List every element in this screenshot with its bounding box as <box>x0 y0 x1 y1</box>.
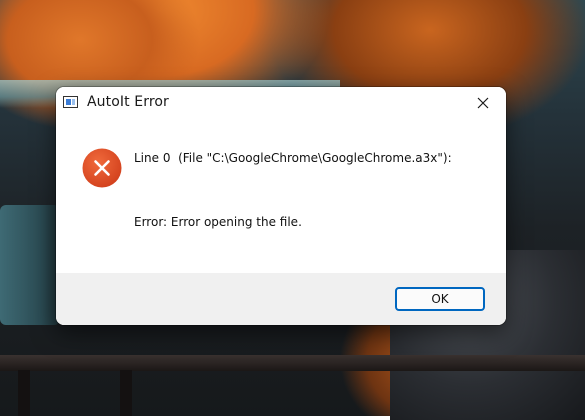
wallpaper-cup <box>0 205 60 325</box>
app-window-icon <box>63 96 78 108</box>
error-dialog: AutoIt Error Line 0 (File "C:\GoogleChro… <box>56 87 506 325</box>
error-message-file: Line 0 (File "C:\GoogleChrome\GoogleChro… <box>134 151 452 165</box>
dialog-content: Line 0 (File "C:\GoogleChrome\GoogleChro… <box>56 118 506 273</box>
error-message-detail: Error: Error opening the file. <box>134 215 302 229</box>
dialog-titlebar[interactable]: AutoIt Error <box>56 87 506 118</box>
close-icon <box>477 97 489 108</box>
error-icon <box>82 148 122 188</box>
close-button[interactable] <box>460 87 506 118</box>
dialog-footer: OK <box>56 273 506 325</box>
wallpaper-table-leg <box>18 370 30 416</box>
dialog-title: AutoIt Error <box>87 94 169 110</box>
ok-button[interactable]: OK <box>395 287 485 311</box>
wallpaper-table-leg <box>120 370 132 416</box>
wallpaper-table <box>0 355 585 371</box>
